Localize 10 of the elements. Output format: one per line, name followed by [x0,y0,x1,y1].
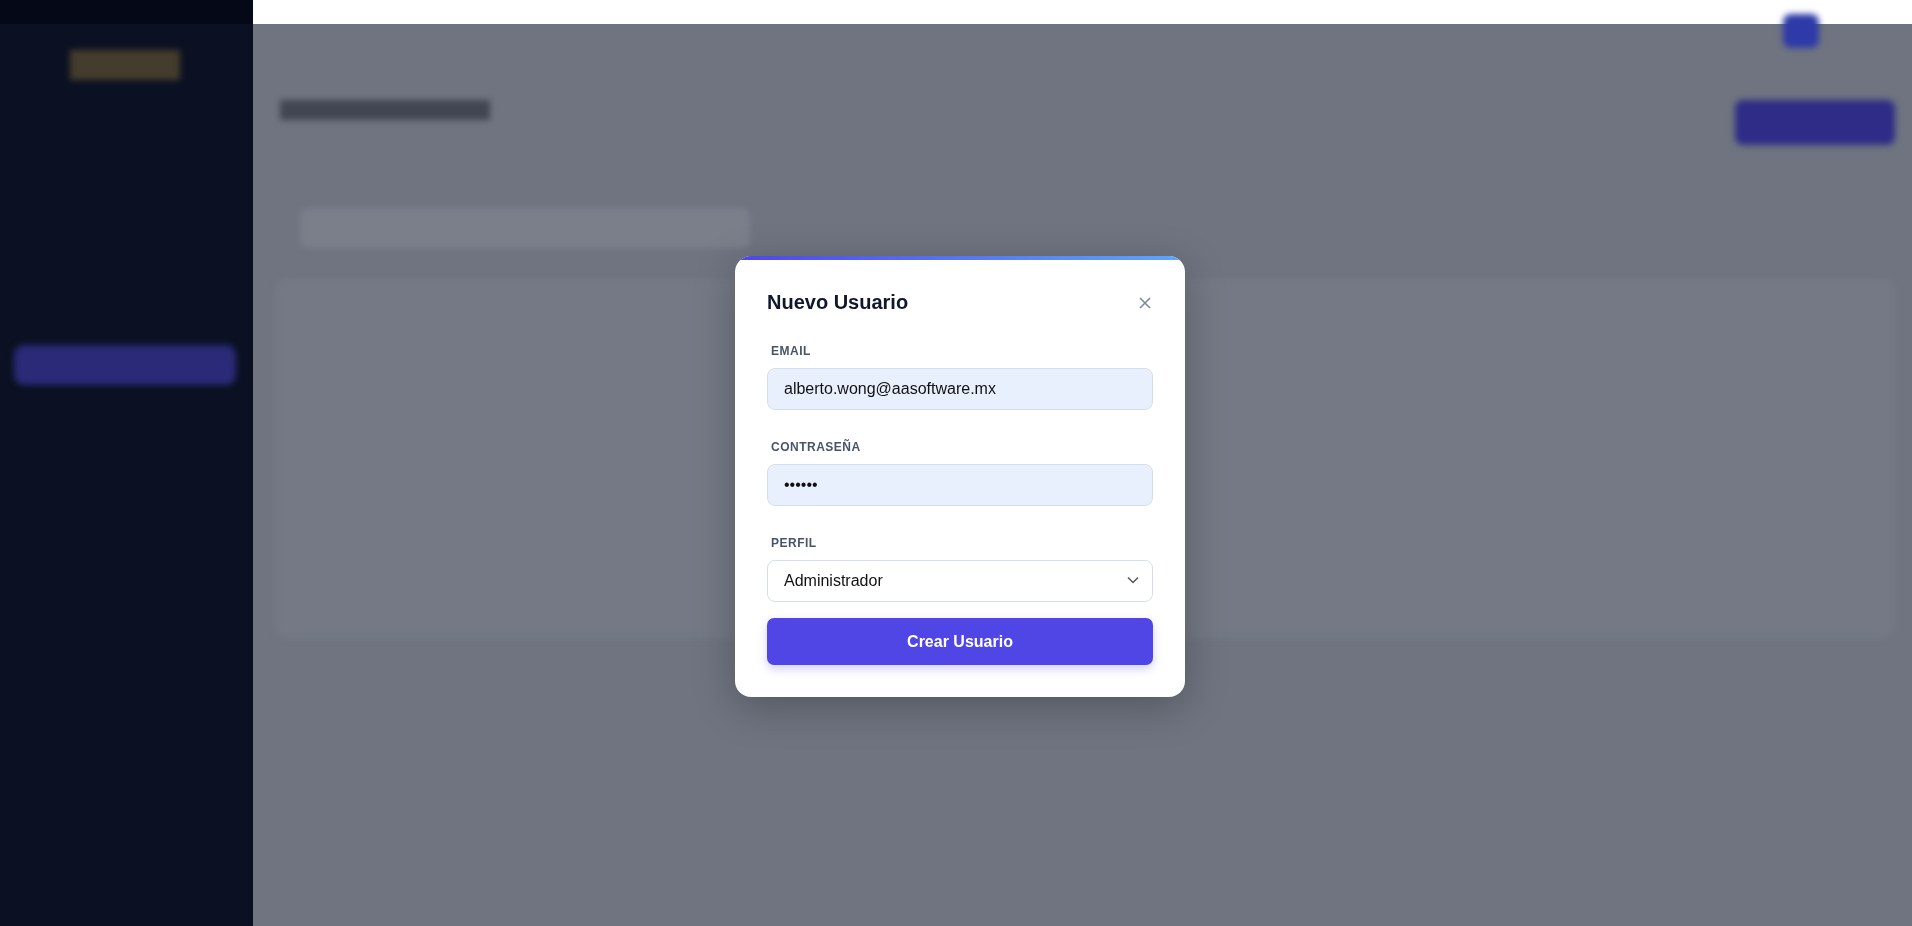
field-label: EMAIL [771,343,811,360]
create-user-button[interactable]: Crear Usuario [767,618,1153,665]
field-label: PERFIL [771,535,817,552]
close-icon [1139,297,1151,310]
profile-select[interactable]: Administrador [767,560,1153,602]
chevron-down-icon [1127,576,1139,584]
modal-title: Nuevo Usuario [767,290,909,314]
field-label: CONTRASEÑA [771,438,861,456]
password-field[interactable]: •••••• [767,464,1153,506]
email-field[interactable]: alberto.wong@aasoftware.mx [767,368,1153,410]
